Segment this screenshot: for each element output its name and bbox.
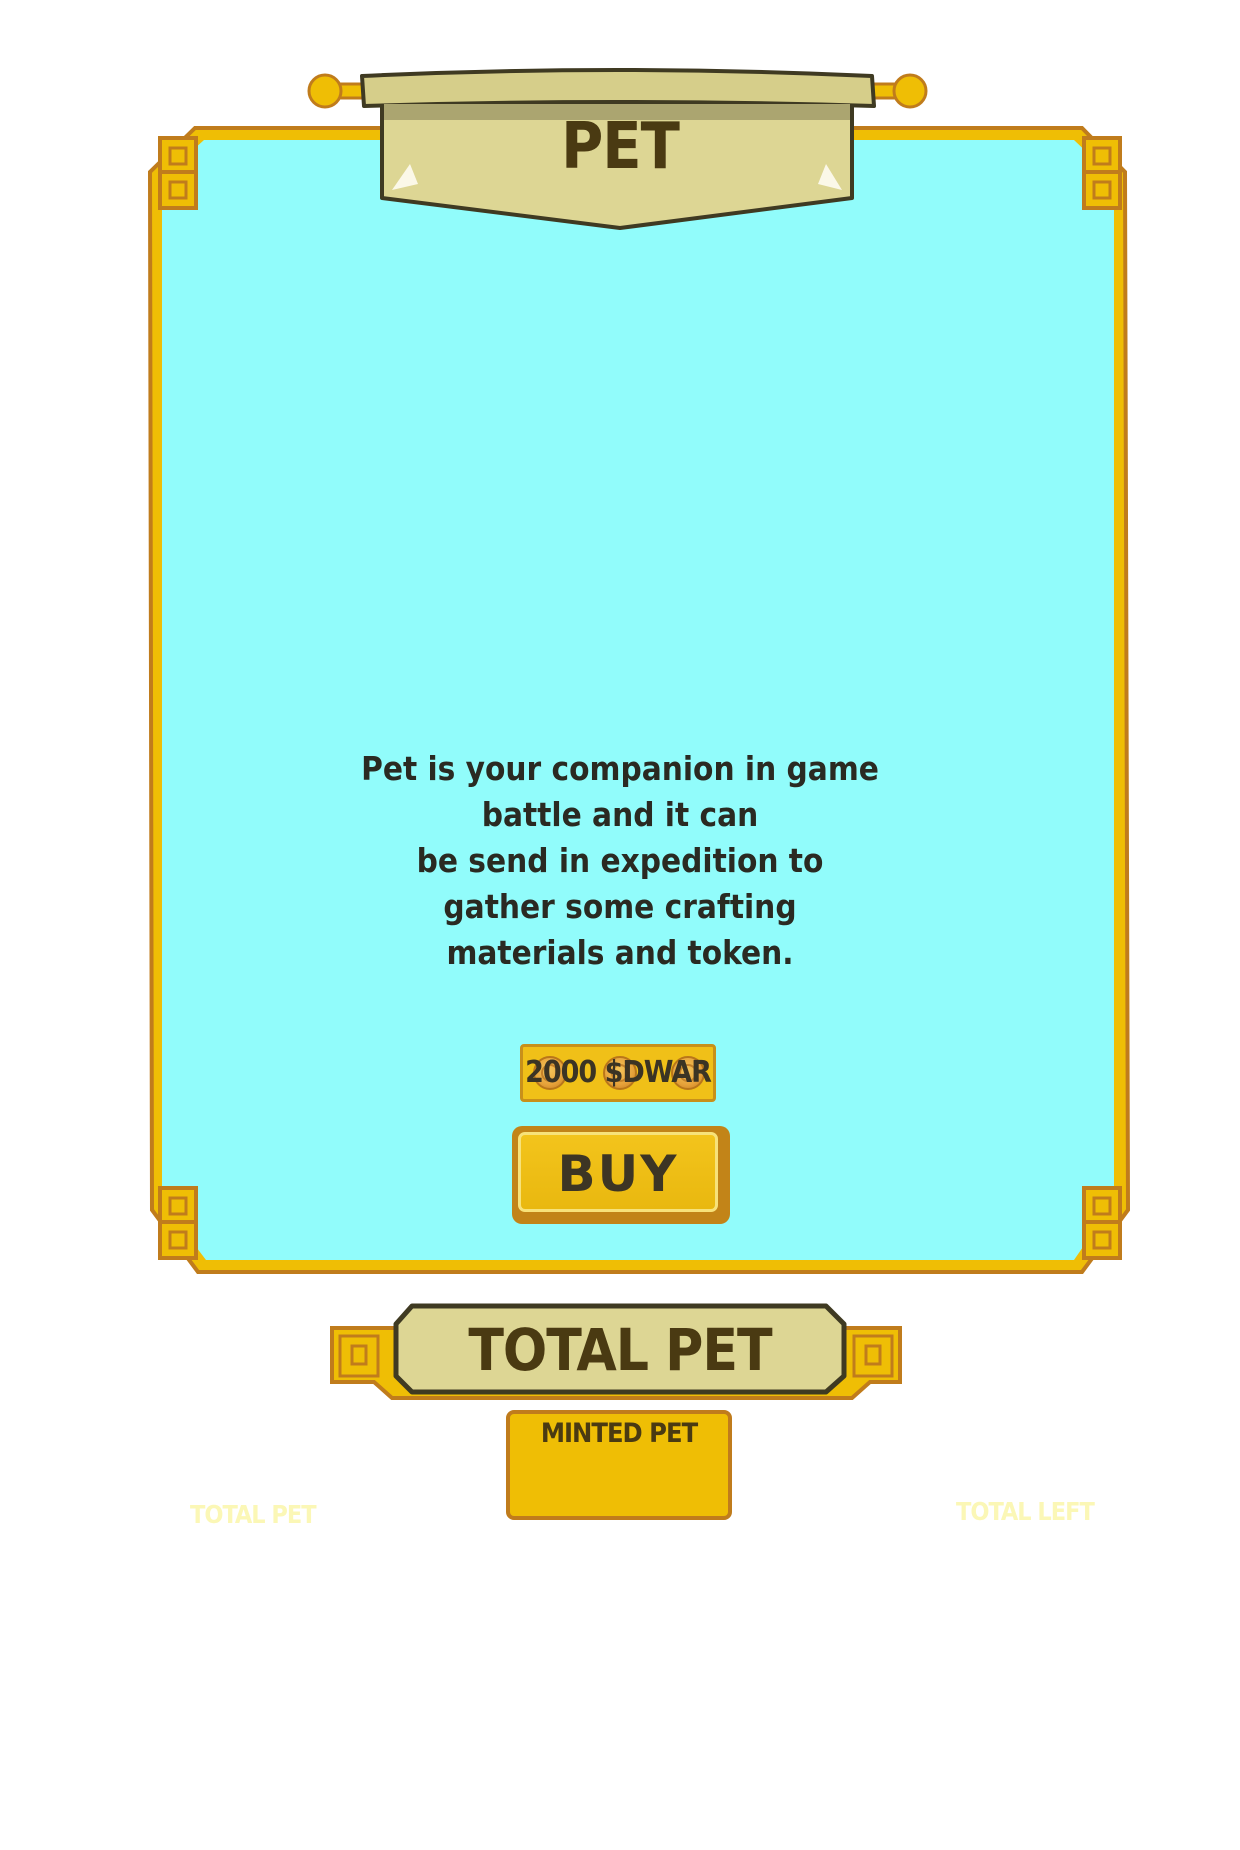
pet-description: Pet is your companion in game battle and…: [360, 746, 880, 976]
description-line: be send in expedition to: [416, 841, 824, 880]
corner-ornament-top-right: [1082, 136, 1122, 210]
price-label: 2000 $DWAR: [525, 1055, 712, 1090]
description-line: gather some crafting: [443, 887, 797, 926]
minted-pet-label: MINTED PET: [540, 1418, 698, 1449]
total-pet-title: TOTAL PET: [468, 1316, 772, 1384]
corner-ornament-bottom-right: [1082, 1186, 1122, 1260]
page-title: PET: [561, 110, 680, 184]
description-line: battle and it can: [481, 795, 759, 834]
minted-pet-box: MINTED PET: [506, 1410, 732, 1520]
description-line: materials and token.: [446, 933, 794, 972]
buy-button[interactable]: BUY: [512, 1126, 730, 1224]
total-left-label: TOTAL LEFT: [956, 1497, 1095, 1526]
description-line: Pet is your companion in game: [361, 749, 879, 788]
price-tag: 2000 $DWAR: [520, 1044, 716, 1102]
buy-button-face[interactable]: BUY: [518, 1132, 718, 1212]
buy-button-label: BUY: [557, 1145, 679, 1203]
corner-ornament-bottom-left: [158, 1186, 198, 1260]
corner-ornament-top-left: [158, 136, 198, 210]
total-pet-label: TOTAL PET: [190, 1500, 317, 1529]
